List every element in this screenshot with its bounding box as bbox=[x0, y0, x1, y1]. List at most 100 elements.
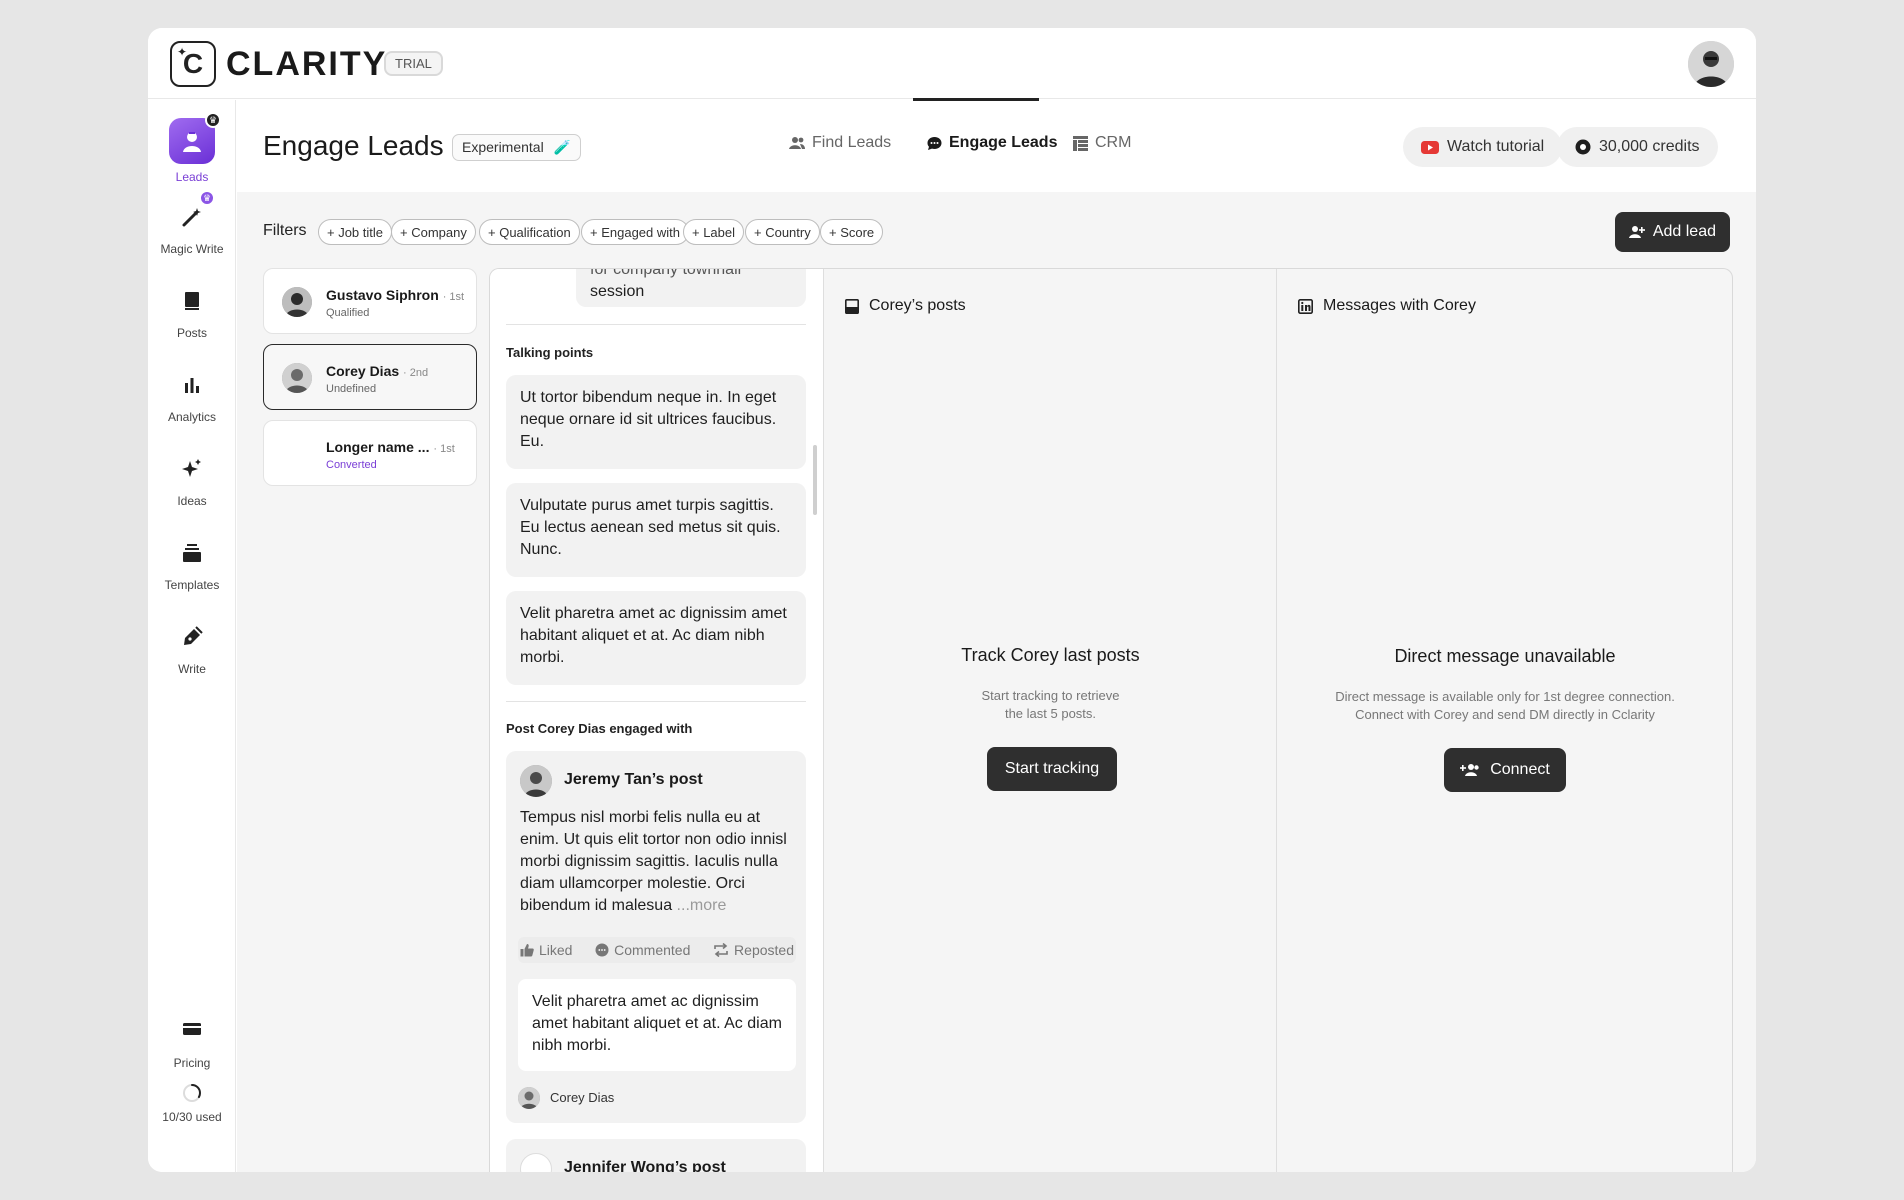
liked-indicator: Liked bbox=[520, 942, 572, 958]
experimental-label: Experimental bbox=[462, 139, 544, 155]
lead-status: Converted bbox=[326, 459, 377, 471]
sidebar-item-pricing[interactable]: Pricing bbox=[148, 1014, 236, 1070]
messages-column-header: Messages with Corey bbox=[1298, 297, 1476, 315]
engaged-post-card[interactable]: Jeremy Tan’s post Tempus nisl morbi feli… bbox=[506, 751, 806, 1123]
start-tracking-button[interactable]: Start tracking bbox=[987, 747, 1117, 791]
credit-card-icon bbox=[177, 1014, 207, 1044]
comment-author: Corey Dias bbox=[550, 1090, 615, 1105]
lead-detail-panel: for company townhall session Talking poi… bbox=[489, 268, 1733, 1172]
sparkle-icon bbox=[177, 454, 207, 484]
sidebar-item-templates[interactable]: Templates bbox=[148, 538, 236, 592]
tab-label: Engage Leads bbox=[949, 134, 1058, 151]
post-author-avatar bbox=[520, 765, 552, 797]
linkedin-icon bbox=[1298, 298, 1313, 314]
divider bbox=[506, 324, 806, 325]
posts-empty-title: Track Corey last posts bbox=[961, 645, 1140, 665]
watch-tutorial-button[interactable]: Watch tutorial bbox=[1403, 127, 1563, 167]
sidebar-item-label: Posts bbox=[176, 326, 207, 340]
filter-chip-country[interactable]: + Country bbox=[745, 219, 820, 245]
sidebar-item-label: Pricing bbox=[173, 1056, 211, 1070]
engagement-actions: Liked Commented Reposted bbox=[518, 937, 796, 963]
sidebar: ♛ Leads ♛ Magic Write Posts Analytics Id… bbox=[148, 100, 236, 1172]
lead-card[interactable]: Gustavo Siphron · 1st Qualified bbox=[263, 268, 477, 334]
top-bar: ✦ C CLARITY TRIAL bbox=[148, 28, 1756, 99]
sidebar-item-magic-write[interactable]: ♛ Magic Write bbox=[148, 190, 236, 256]
lead-avatar bbox=[282, 363, 312, 393]
crown-icon: ♛ bbox=[205, 112, 221, 128]
sidebar-item-posts[interactable]: Posts bbox=[148, 286, 236, 340]
talking-points-title: Talking points bbox=[506, 345, 594, 360]
connect-button[interactable]: Connect bbox=[1444, 748, 1566, 792]
trial-badge: TRIAL bbox=[384, 51, 443, 76]
magic-wand-icon: ♛ bbox=[177, 190, 215, 232]
active-tab-indicator bbox=[913, 98, 1039, 101]
filter-chip-label[interactable]: + Label bbox=[683, 219, 745, 245]
messages-column: Messages with Corey Direct message unava… bbox=[1278, 269, 1732, 1172]
sidebar-item-analytics[interactable]: Analytics bbox=[148, 370, 236, 424]
lead-degree: · 1st bbox=[433, 443, 455, 455]
sidebar-item-label: Magic Write bbox=[160, 242, 224, 256]
credits-button[interactable]: 30,000 credits bbox=[1557, 127, 1718, 167]
sidebar-item-write[interactable]: Write bbox=[148, 622, 236, 676]
lead-card[interactable]: Longer name ... · 1st Converted bbox=[263, 420, 477, 486]
tab-label: Find Leads bbox=[812, 134, 892, 151]
page-header: Engage Leads Experimental 🧪 Find Leads E… bbox=[237, 98, 1756, 192]
lead-name: Corey Dias · 2nd bbox=[326, 363, 429, 379]
lead-card-selected[interactable]: Corey Dias · 2nd Undefined bbox=[263, 344, 477, 410]
talking-point: Vulputate purus amet turpis sagittis. Eu… bbox=[506, 483, 806, 577]
engaged-post-card[interactable]: Jennifer Wong’s post bbox=[506, 1139, 806, 1172]
messages-empty-title: Direct message unavailable bbox=[1394, 646, 1616, 666]
sidebar-item-label: Write bbox=[178, 662, 206, 676]
logo-mark[interactable]: ✦ C bbox=[170, 41, 216, 87]
youtube-icon bbox=[1421, 140, 1439, 154]
commented-label: Commented bbox=[614, 942, 691, 958]
filter-chip-score[interactable]: + Score bbox=[820, 219, 884, 245]
experimental-badge: Experimental 🧪 bbox=[452, 134, 582, 161]
lead-status: Undefined bbox=[326, 383, 377, 395]
tab-find-leads[interactable]: Find Leads bbox=[789, 134, 891, 152]
usage-progress-ring bbox=[177, 1082, 207, 1104]
sidebar-item-ideas[interactable]: Ideas bbox=[148, 454, 236, 508]
more-link[interactable]: ...more bbox=[677, 897, 727, 914]
tab-crm[interactable]: CRM bbox=[1073, 134, 1131, 152]
sparkle-icon: ✦ bbox=[177, 45, 188, 59]
add-user-icon bbox=[1460, 764, 1479, 776]
talking-point: Ut tortor bibendum neque in. In eget neq… bbox=[506, 375, 806, 469]
add-lead-button[interactable]: Add lead bbox=[1614, 212, 1730, 252]
sidebar-item-label: Templates bbox=[164, 578, 220, 592]
scrollbar[interactable] bbox=[813, 445, 817, 515]
filter-chip-engaged-with[interactable]: + Engaged with bbox=[581, 219, 689, 245]
reposted-label: Reposted bbox=[734, 942, 794, 958]
thumbs-up-icon bbox=[520, 944, 534, 957]
people-icon bbox=[789, 137, 805, 149]
sidebar-item-label: Analytics bbox=[167, 410, 217, 424]
divider bbox=[506, 701, 806, 702]
add-user-icon bbox=[1628, 226, 1645, 238]
post-body: Tempus nisl morbi felis nulla eu at enim… bbox=[520, 809, 787, 914]
comment-icon bbox=[595, 943, 609, 957]
watch-tutorial-label: Watch tutorial bbox=[1447, 138, 1545, 155]
leads-icon: ♛ bbox=[169, 112, 221, 164]
sidebar-item-label: Ideas bbox=[177, 494, 207, 508]
tab-engage-leads[interactable]: Engage Leads bbox=[927, 134, 1057, 152]
sidebar-item-leads[interactable]: ♛ Leads bbox=[148, 112, 236, 184]
lead-degree: · 2nd bbox=[403, 367, 429, 379]
snippet-line: session bbox=[590, 283, 645, 300]
lead-name: Gustavo Siphron · 1st bbox=[326, 287, 465, 303]
comment-box: Velit pharetra amet ac dignissim amet ha… bbox=[518, 979, 796, 1071]
filter-chip-qualification[interactable]: + Qualification bbox=[479, 219, 580, 245]
credits-label: 30,000 credits bbox=[1599, 138, 1700, 155]
messages-column-title: Messages with Corey bbox=[1323, 297, 1476, 314]
usage-label: 10/30 used bbox=[162, 1110, 222, 1124]
connect-label: Connect bbox=[1490, 761, 1550, 778]
lead-avatar bbox=[282, 287, 312, 317]
comment-author-avatar bbox=[518, 1087, 540, 1109]
app-window: ✦ C CLARITY TRIAL ♛ Leads ♛ Magic Write … bbox=[148, 28, 1756, 1172]
commented-indicator: Commented bbox=[595, 942, 690, 958]
filter-chip-job-title[interactable]: + Job title bbox=[318, 219, 393, 245]
talking-points-column[interactable]: for company townhall session Talking poi… bbox=[490, 269, 824, 1172]
logo-text: CLARITY bbox=[226, 45, 388, 83]
user-avatar[interactable] bbox=[1688, 41, 1734, 87]
posts-column: Corey’s posts Track Corey last posts Sta… bbox=[825, 269, 1277, 1172]
filter-chip-company[interactable]: + Company bbox=[391, 219, 476, 245]
